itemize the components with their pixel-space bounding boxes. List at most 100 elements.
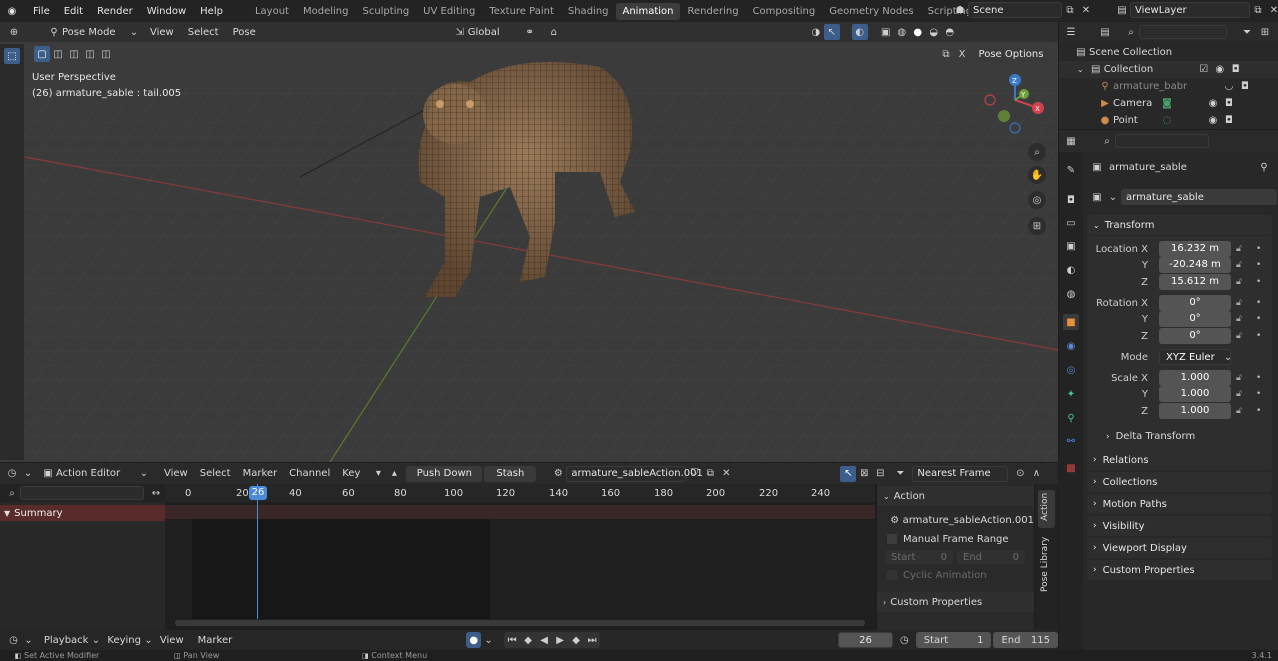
mode-selector[interactable]: Pose Mode bbox=[62, 27, 126, 38]
outliner-row-collection[interactable]: ⌄ ▤ Collection ☑ ◉ ◘ bbox=[1059, 61, 1278, 78]
pivot-icon[interactable]: ⚭ bbox=[522, 24, 538, 40]
x-mirror-icon[interactable]: X bbox=[954, 46, 970, 62]
jump-start-icon[interactable]: ⏮ bbox=[504, 632, 520, 648]
lock-icon[interactable]: 🔓︎ bbox=[1236, 244, 1242, 254]
prev-keyframe-icon[interactable]: ◆ bbox=[520, 632, 536, 648]
tab-animation[interactable]: Animation bbox=[615, 2, 681, 20]
channel-search-input[interactable] bbox=[20, 486, 144, 500]
lock-icon[interactable]: 🔓︎ bbox=[1236, 298, 1242, 308]
new-scene-icon[interactable]: ⧉ bbox=[1062, 2, 1078, 18]
viewport-menu-view[interactable]: View bbox=[150, 27, 174, 38]
timeline-icon[interactable]: ◷ bbox=[6, 632, 21, 648]
xray-icon[interactable]: ▣ bbox=[878, 24, 894, 40]
summary-channel[interactable]: ▼ Summary bbox=[0, 505, 165, 521]
filter-icon[interactable]: ⏷ bbox=[1239, 24, 1255, 40]
relations-panel[interactable]: › Relations bbox=[1087, 450, 1272, 470]
next-keyframe-icon[interactable]: ◆ bbox=[568, 632, 584, 648]
rotation-x-field[interactable]: 0° bbox=[1159, 295, 1231, 311]
pan-hand-icon[interactable]: ✋ bbox=[1028, 166, 1046, 184]
rotation-z-field[interactable]: 0° bbox=[1159, 328, 1231, 344]
tab-modeling[interactable]: Modeling bbox=[296, 3, 356, 20]
lock-icon[interactable]: 🔓︎ bbox=[1236, 373, 1242, 383]
keyframe-dot-icon[interactable]: • bbox=[1256, 314, 1261, 324]
blender-logo-icon[interactable]: ◉ bbox=[4, 3, 20, 19]
location-z-field[interactable]: 15.612 m bbox=[1159, 274, 1231, 290]
frame-ruler[interactable]: 0 20 40 60 80 100 120 140 160 180 200 22… bbox=[165, 484, 875, 502]
tab-sculpting[interactable]: Sculpting bbox=[355, 3, 416, 20]
fake-user-shield-icon[interactable]: ⛉ bbox=[686, 466, 702, 482]
delete-scene-icon[interactable]: ✕ bbox=[1078, 2, 1094, 18]
select-subtract-icon[interactable]: ◫ bbox=[66, 46, 82, 62]
stash-button[interactable]: Stash bbox=[484, 465, 537, 482]
location-x-field[interactable]: 16.232 m bbox=[1159, 241, 1231, 257]
outliner-editor-icon[interactable]: ☰ bbox=[1063, 24, 1079, 40]
outliner-row-point[interactable]: ● Point ◌ ◉ ◘ bbox=[1059, 112, 1278, 129]
layer-down-icon[interactable]: ▾ bbox=[370, 466, 386, 482]
camera-view-icon[interactable]: ◎ bbox=[1028, 191, 1046, 209]
outliner-row-scene-collection[interactable]: ▤ Scene Collection bbox=[1059, 44, 1278, 61]
shading-wireframe-icon[interactable]: ◍ bbox=[894, 24, 910, 40]
lock-icon[interactable]: 🔓︎ bbox=[1236, 389, 1242, 399]
orientation-selector[interactable]: Global bbox=[468, 27, 500, 38]
location-y-field[interactable]: -20.248 m bbox=[1159, 257, 1231, 273]
render-tab-icon[interactable]: ◘ bbox=[1063, 192, 1079, 208]
ae-menu-key[interactable]: Key bbox=[342, 468, 360, 479]
object-name-field[interactable]: armature_sable bbox=[1121, 189, 1277, 205]
clock-icon[interactable]: ◷ bbox=[4, 466, 20, 482]
select-tool-icon[interactable]: ⬚ bbox=[4, 48, 20, 64]
outliner-search-input[interactable] bbox=[1139, 25, 1227, 39]
lock-icon[interactable]: 🔓︎ bbox=[1236, 314, 1242, 324]
select-box-icon[interactable]: ▢ bbox=[34, 46, 50, 62]
scale-y-field[interactable]: 1.000 bbox=[1159, 386, 1231, 402]
current-frame-field[interactable]: 26 bbox=[838, 632, 893, 648]
viewport-display-panel[interactable]: › Viewport Display bbox=[1087, 538, 1272, 558]
select-extend-icon[interactable]: ◫ bbox=[50, 46, 66, 62]
cyclic-checkbox[interactable] bbox=[887, 570, 897, 580]
keyframe-dot-icon[interactable]: • bbox=[1256, 260, 1261, 270]
ae-menu-channel[interactable]: Channel bbox=[289, 468, 330, 479]
custom-properties-panel[interactable]: › Custom Properties bbox=[1087, 560, 1272, 580]
preview-range-icon[interactable]: ◷ bbox=[897, 632, 912, 648]
new-action-icon[interactable]: ⧉ bbox=[702, 466, 718, 482]
horizontal-scrollbar[interactable] bbox=[175, 620, 865, 626]
outliner-row-camera[interactable]: ▶ Camera ◙ ◉ ◘ bbox=[1059, 95, 1278, 112]
dopesheet-area[interactable]: 0 20 40 60 80 100 120 140 160 180 200 22… bbox=[165, 484, 875, 630]
manual-range-checkbox[interactable] bbox=[887, 534, 897, 544]
play-reverse-icon[interactable]: ◀ bbox=[536, 632, 552, 648]
mirror-icon[interactable]: ⧉ bbox=[938, 46, 954, 62]
display-mode-icon[interactable]: ▤ bbox=[1097, 24, 1113, 40]
snap-icon[interactable]: ⌂ bbox=[546, 24, 562, 40]
playhead-line[interactable] bbox=[257, 484, 258, 619]
menu-edit[interactable]: Edit bbox=[57, 6, 90, 17]
pin-icon[interactable]: ⚲ bbox=[1256, 159, 1272, 175]
motion-paths-panel[interactable]: › Motion Paths bbox=[1087, 494, 1272, 514]
camera-render-icon[interactable]: ◘ bbox=[1221, 96, 1237, 112]
eye-icon[interactable]: ◉ bbox=[1205, 96, 1221, 112]
scale-z-field[interactable]: 1.000 bbox=[1159, 403, 1231, 419]
view-layer-field[interactable]: ViewLayer bbox=[1130, 2, 1250, 18]
jump-end-icon[interactable]: ⏭ bbox=[584, 632, 600, 648]
select-difference-icon[interactable]: ◫ bbox=[82, 46, 98, 62]
expand-arrow-icon[interactable]: › bbox=[883, 598, 886, 607]
ae-menu-marker[interactable]: Marker bbox=[243, 468, 278, 479]
tl-menu-view[interactable]: View bbox=[160, 635, 184, 646]
tl-menu-keying[interactable]: Keying bbox=[107, 635, 141, 646]
playhead-frame[interactable]: 26 bbox=[249, 486, 267, 500]
keyframe-dot-icon[interactable]: • bbox=[1256, 389, 1261, 399]
shading-solid-icon[interactable]: ● bbox=[910, 24, 926, 40]
delete-view-layer-icon[interactable]: ✕ bbox=[1266, 2, 1278, 18]
select-intersect-icon[interactable]: ◫ bbox=[98, 46, 114, 62]
record-icon[interactable]: ● bbox=[466, 632, 482, 648]
keyframe-dot-icon[interactable]: • bbox=[1256, 331, 1261, 341]
snap-mode-dropdown[interactable]: Nearest Frame bbox=[912, 465, 1009, 482]
lock-icon[interactable]: 🔓︎ bbox=[1236, 331, 1242, 341]
only-selected-icon[interactable]: ↖ bbox=[840, 465, 857, 482]
ae-menu-select[interactable]: Select bbox=[200, 468, 231, 479]
range-start-field[interactable]: Start 0 bbox=[885, 550, 953, 564]
rotation-y-field[interactable]: 0° bbox=[1159, 311, 1231, 327]
zoom-icon[interactable]: ⌕ bbox=[1028, 143, 1046, 161]
transform-panel-header[interactable]: ⌄ Transform bbox=[1087, 215, 1272, 235]
gizmo-toggle-icon[interactable]: ↖ bbox=[823, 24, 840, 40]
tl-menu-playback[interactable]: Playback bbox=[44, 635, 89, 646]
ae-menu-view[interactable]: View bbox=[164, 468, 188, 479]
